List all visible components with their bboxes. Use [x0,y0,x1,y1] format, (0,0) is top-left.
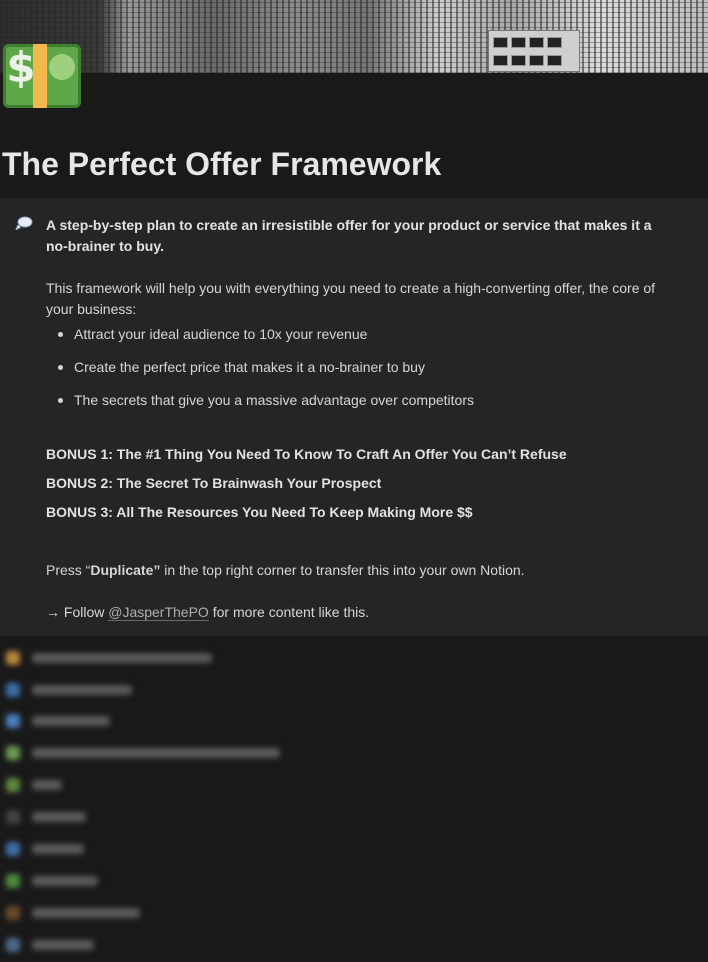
bonus-2: BONUS 2: The Secret To Brainwash Your Pr… [46,475,382,491]
list-item[interactable] [6,935,94,955]
callout-content: A step-by-step plan to create an irresis… [46,215,676,623]
thought-balloon-icon [15,216,33,230]
list-item: The secrets that give you a massive adva… [46,390,676,419]
page-title[interactable]: The Perfect Offer Framework [2,146,441,183]
list-item[interactable] [6,807,86,827]
blurred-subpage-list [0,636,708,962]
list-item[interactable] [6,711,110,731]
list-item[interactable] [6,680,132,700]
money-bill-icon[interactable]: $ [3,44,81,108]
follow-line: → Follow @JasperThePO for more content l… [46,604,370,621]
list-item[interactable] [6,871,98,891]
list-item[interactable] [6,903,140,923]
cover-panel-detail [488,30,580,72]
list-item: Create the perfect price that makes it a… [46,357,676,386]
cover-image [0,0,708,73]
callout-lead: A step-by-step plan to create an irresis… [46,217,652,254]
duplicate-instruction: Press “Duplicate” in the top right corne… [46,562,525,578]
follow-handle-link[interactable]: @JasperThePO [108,604,209,621]
bonus-3: BONUS 3: All The Resources You Need To K… [46,504,473,520]
list-item[interactable] [6,839,84,859]
bonus-1: BONUS 1: The #1 Thing You Need To Know T… [46,446,567,462]
list-item[interactable] [6,648,212,668]
list-item[interactable] [6,775,62,795]
callout-intro: This framework will help you with everyt… [46,280,656,317]
callout-block[interactable]: A step-by-step plan to create an irresis… [0,198,708,636]
duplicate-keyword: Duplicate” [90,562,161,578]
benefit-list: Attract your ideal audience to 10x your … [46,324,676,419]
list-item: Attract your ideal audience to 10x your … [46,324,676,353]
list-item[interactable] [6,743,280,763]
